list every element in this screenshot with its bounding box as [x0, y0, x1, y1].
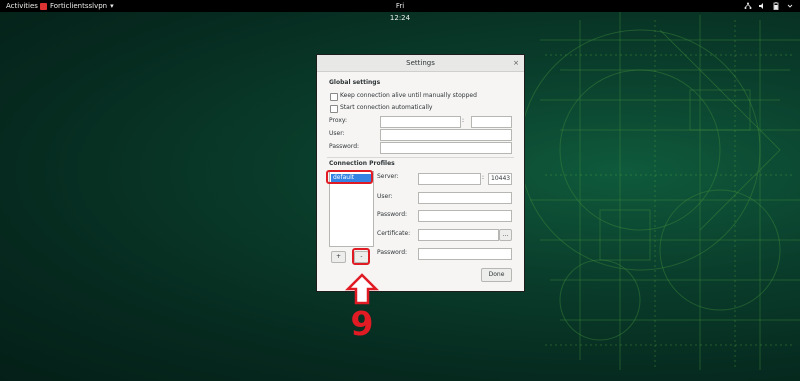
forticlient-app-icon: [40, 2, 47, 10]
server-field[interactable]: [418, 173, 481, 185]
connection-profiles-heading: Connection Profiles: [329, 160, 395, 167]
certificate-field[interactable]: [418, 229, 499, 241]
cert-password-field[interactable]: [418, 248, 512, 260]
section-divider: [327, 157, 514, 158]
settings-dialog: Settings × Global settings Keep connecti…: [316, 54, 525, 292]
profile-password-label: Password:: [377, 211, 408, 218]
profile-password-field[interactable]: [418, 210, 512, 222]
global-settings-heading: Global settings: [329, 79, 381, 86]
step-number: 9: [350, 304, 374, 343]
add-profile-button[interactable]: +: [331, 251, 346, 263]
proxy-password-label: Password:: [329, 143, 360, 150]
profile-user-label: User:: [377, 193, 393, 200]
proxy-port-field[interactable]: [471, 116, 512, 128]
clock[interactable]: Fri 12:24: [385, 0, 415, 24]
app-menu-label: Forticlientsslvpn: [50, 2, 108, 10]
proxy-password-field[interactable]: [380, 142, 512, 154]
dialog-titlebar[interactable]: Settings ×: [317, 55, 524, 72]
battery-icon: [773, 2, 779, 10]
volume-icon: [759, 3, 763, 9]
activities-button[interactable]: Activities: [6, 0, 38, 12]
server-port-field[interactable]: 10443: [488, 173, 512, 185]
certificate-label: Certificate:: [377, 230, 411, 237]
keep-alive-checkbox[interactable]: [330, 93, 338, 101]
start-auto-checkbox[interactable]: [330, 105, 338, 113]
proxy-separator: :: [462, 117, 465, 124]
up-arrow-annotation: [345, 273, 379, 305]
cert-password-label: Password:: [377, 249, 408, 256]
chevron-down-icon: ▾: [110, 2, 114, 10]
system-tray[interactable]: [744, 0, 794, 12]
dialog-title: Settings: [406, 59, 435, 67]
certificate-browse-button[interactable]: ...: [499, 229, 512, 241]
proxy-user-field[interactable]: [380, 129, 512, 141]
server-label: Server:: [377, 173, 399, 180]
keep-alive-label: Keep connection alive until manually sto…: [340, 92, 477, 99]
profile-user-field[interactable]: [418, 192, 512, 204]
close-icon[interactable]: ×: [513, 55, 519, 71]
top-bar: Activities Forticlientsslvpn ▾ Fri 12:24: [0, 0, 800, 22]
proxy-user-label: User:: [329, 130, 345, 137]
proxy-host-field[interactable]: [380, 116, 461, 128]
proxy-label: Proxy:: [329, 117, 348, 124]
highlight-default-profile: [326, 170, 373, 184]
server-separator: :: [482, 174, 485, 181]
highlight-remove-button: [352, 248, 370, 265]
start-auto-label: Start connection automatically: [340, 104, 433, 111]
network-icon: [744, 2, 752, 9]
done-button[interactable]: Done: [481, 268, 512, 282]
power-menu-icon: [787, 4, 793, 8]
app-menu[interactable]: Forticlientsslvpn ▾: [40, 0, 114, 12]
